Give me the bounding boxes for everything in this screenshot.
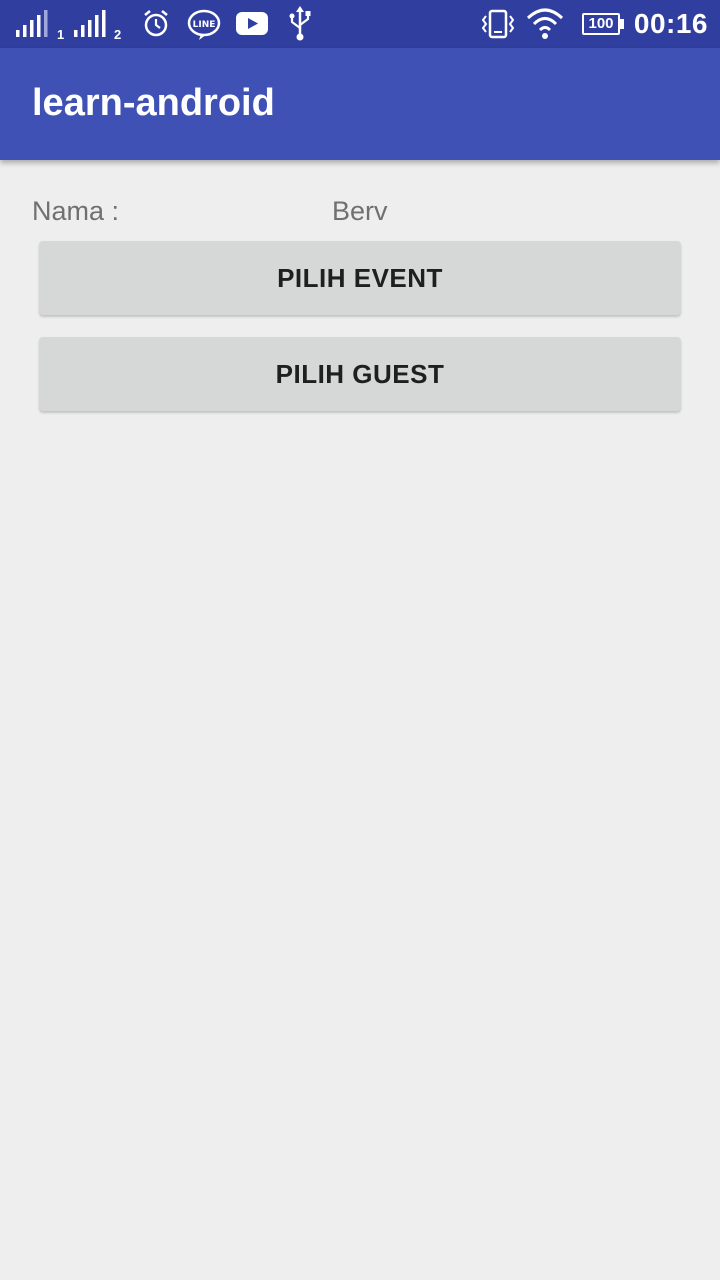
pick-guest-button[interactable]: PILIH GUEST	[39, 337, 681, 411]
app-bar: learn-android	[0, 48, 720, 160]
signal-sim2-icon	[74, 0, 108, 48]
battery-icon: 100	[582, 13, 624, 35]
sim2-label: 2	[114, 27, 122, 42]
pick-event-button[interactable]: PILIH EVENT	[39, 241, 681, 315]
battery-level: 100	[582, 13, 620, 35]
signal-sim1-icon	[16, 0, 50, 48]
status-clock: 00:16	[633, 8, 708, 39]
name-value: Berv	[332, 196, 388, 226]
line-app-icon: LINE	[187, 0, 221, 48]
status-bar: 1 2 LINE 100 00:16	[0, 0, 720, 48]
wifi-icon	[526, 0, 564, 48]
alarm-icon	[142, 0, 170, 48]
app-title: learn-android	[32, 82, 275, 124]
vibrate-icon	[480, 0, 516, 48]
svg-text:LINE: LINE	[193, 20, 216, 30]
youtube-icon	[235, 0, 269, 48]
name-label: Nama :	[32, 196, 120, 226]
sim1-label: 1	[57, 27, 65, 42]
usb-icon	[287, 0, 313, 48]
